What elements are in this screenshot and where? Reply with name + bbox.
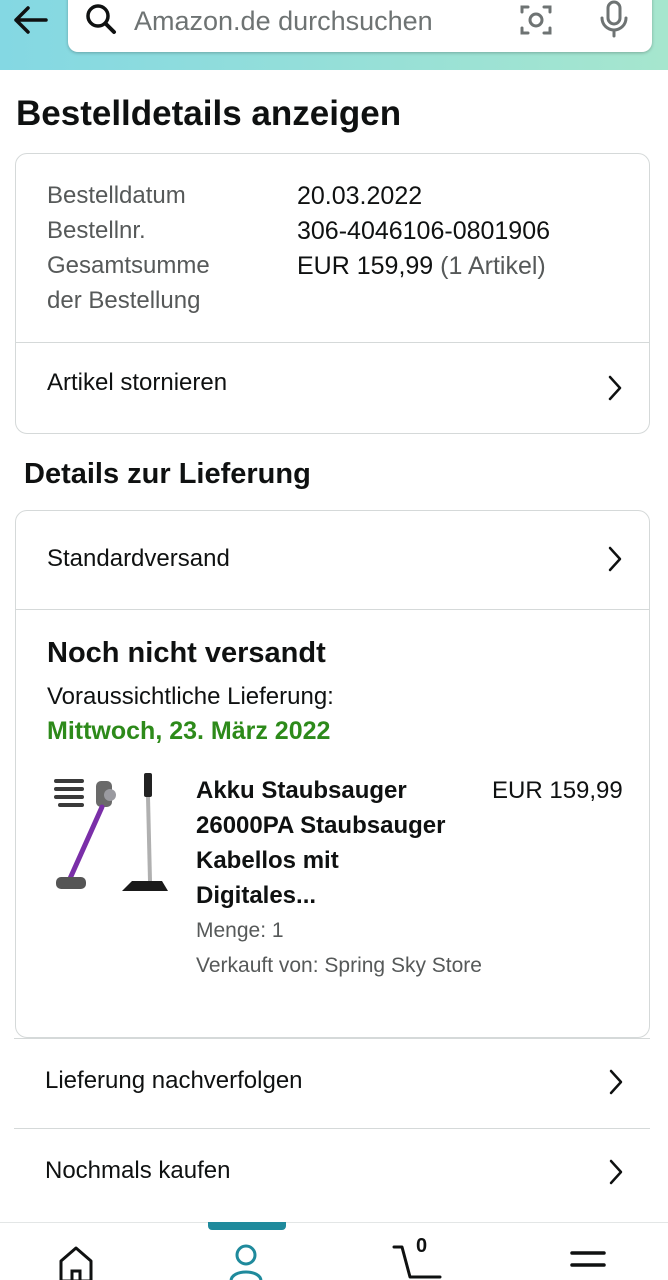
buy-again-label: Nochmals kaufen: [45, 1157, 231, 1184]
order-total-amount: EUR 159,99: [297, 252, 434, 280]
divider: [16, 609, 649, 610]
delivery-card: Standardversand Noch nicht versandt Vora…: [15, 510, 650, 1038]
search-input[interactable]: Amazon.de durchsuchen: [134, 6, 433, 37]
shipping-method-row[interactable]: Standardversand: [16, 511, 649, 601]
order-number-label: Bestellnr.: [47, 217, 146, 244]
order-summary-card: Bestelldatum 20.03.2022 Bestellnr. 306-4…: [15, 153, 650, 434]
cancel-items-label: Artikel stornieren: [47, 369, 228, 396]
eta-date: Mittwoch, 23. März 2022: [47, 717, 331, 745]
shipping-method-label: Standardversand: [47, 545, 230, 572]
product-price: EUR 159,99: [492, 777, 623, 804]
product-image[interactable]: [52, 771, 172, 901]
product-title-line: Digitales...: [196, 882, 317, 909]
camera-icon[interactable]: [516, 0, 556, 40]
chevron-right-icon: [609, 1069, 623, 1095]
product-quantity: Menge: 1: [196, 919, 284, 942]
delivery-section-title: Details zur Lieferung: [24, 458, 311, 490]
search-icon: [86, 4, 116, 34]
buy-again-row[interactable]: Nochmals kaufen: [14, 1128, 650, 1218]
bottom-nav: 0: [0, 1222, 668, 1280]
order-total-label-line1: Gesamtsumme: [47, 252, 210, 279]
nav-account[interactable]: [226, 1241, 266, 1280]
back-button[interactable]: [6, 0, 54, 40]
cart-count: 0: [416, 1235, 428, 1257]
chevron-right-icon: [608, 375, 622, 401]
back-arrow-icon: [14, 6, 48, 34]
microphone-icon[interactable]: [598, 0, 630, 40]
product-title-line: 26000PA Staubsauger: [196, 812, 446, 839]
order-date-label: Bestelldatum: [47, 182, 186, 209]
nav-cart[interactable]: 0: [392, 1235, 446, 1280]
header-bar: Amazon.de durchsuchen: [0, 0, 668, 70]
shipment-status: Noch nicht versandt: [47, 637, 326, 669]
chevron-right-icon: [608, 546, 622, 572]
product-title-line: Akku Staubsauger: [196, 777, 407, 804]
order-date-value: 20.03.2022: [297, 182, 423, 210]
search-bar[interactable]: Amazon.de durchsuchen: [68, 0, 652, 52]
nav-active-indicator: [208, 1222, 286, 1230]
order-total-value: EUR 159,99 (1 Artikel): [297, 248, 546, 284]
product-title-line: Kabellos mit: [196, 847, 339, 874]
chevron-right-icon: [609, 1159, 623, 1185]
cancel-items-row[interactable]: Artikel stornieren: [16, 343, 649, 433]
track-delivery-label: Lieferung nachverfolgen: [45, 1067, 303, 1094]
page-title: Bestelldetails anzeigen: [16, 94, 402, 133]
track-delivery-row[interactable]: Lieferung nachverfolgen: [14, 1038, 650, 1128]
nav-home[interactable]: [56, 1241, 96, 1280]
product-title[interactable]: Akku Staubsauger 26000PA Staubsauger Kab…: [196, 773, 486, 913]
home-icon: [59, 1246, 93, 1280]
nav-menu[interactable]: [570, 1249, 606, 1280]
person-icon: [229, 1244, 263, 1280]
eta-label: Voraussichtliche Lieferung:: [47, 683, 334, 710]
order-total-label-line2: der Bestellung: [47, 287, 201, 314]
menu-icon: [570, 1251, 606, 1267]
order-number-value: 306-4046106-0801906: [297, 217, 551, 245]
order-total-items: (1 Artikel): [440, 252, 546, 280]
product-seller: Verkauft von: Spring Sky Store: [196, 954, 482, 977]
